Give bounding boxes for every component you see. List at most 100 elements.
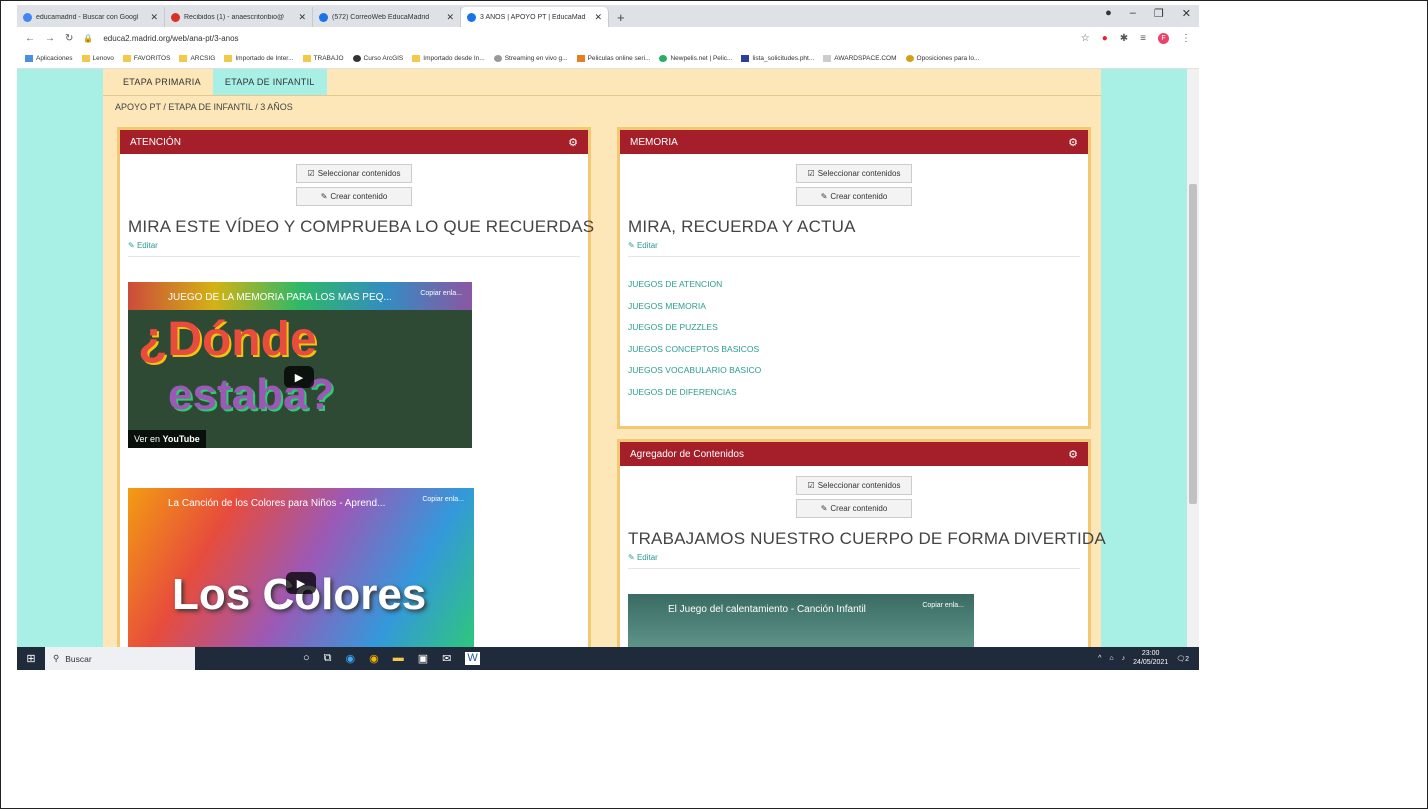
browser-tab[interactable]: educamadrid - Buscar con Googl ✕ bbox=[17, 7, 165, 27]
new-tab-button[interactable]: + bbox=[609, 10, 633, 27]
mail-icon bbox=[319, 12, 328, 22]
page-scrollbar[interactable] bbox=[1187, 69, 1199, 647]
portlet-header: MEMORIA ⚙ bbox=[620, 130, 1088, 154]
gear-icon[interactable]: ⚙ bbox=[1068, 448, 1078, 461]
close-icon[interactable]: ✕ bbox=[150, 12, 158, 23]
cortana-icon[interactable]: ○ bbox=[303, 652, 310, 665]
link-juegos-atencion[interactable]: JUEGOS DE ATENCION bbox=[628, 279, 1080, 301]
article-title: TRABAJAMOS NUESTRO CUERPO DE FORMA DIVER… bbox=[628, 529, 1106, 548]
link-juegos-diferencias[interactable]: JUEGOS DE DIFERENCIAS bbox=[628, 387, 1080, 409]
bookmark-item[interactable]: Importado de Inter... bbox=[224, 54, 294, 62]
opera-icon[interactable]: ● bbox=[1102, 33, 1108, 44]
link-juegos-puzzles[interactable]: JUEGOS DE PUZZLES bbox=[628, 322, 1080, 344]
star-icon[interactable]: ☆ bbox=[1081, 33, 1090, 44]
copy-link-button[interactable]: Copiar enla... bbox=[922, 602, 964, 609]
close-window-icon[interactable]: ✕ bbox=[1182, 7, 1191, 20]
tab-etapa-primaria[interactable]: ETAPA PRIMARIA bbox=[111, 69, 213, 95]
task-view-icon[interactable]: ⧉ bbox=[324, 652, 332, 665]
window-controls: ● – ❐ ✕ bbox=[1105, 7, 1191, 20]
edit-link[interactable]: ✎ Editar bbox=[620, 237, 1088, 250]
url-field[interactable]: educa2.madrid.org/web/ana-pt/3-anos bbox=[103, 34, 238, 43]
link-juegos-conceptos[interactable]: JUEGOS CONCEPTOS BASICOS bbox=[628, 344, 1080, 366]
portlet-actions: ☑ Seleccionar contenidos ✎ Crear contenido bbox=[620, 154, 1088, 206]
bookmark-item[interactable]: lista_solicitudes.pht... bbox=[741, 54, 814, 62]
portlet-memoria: MEMORIA ⚙ ☑ Seleccionar contenidos ✎ Crear … bbox=[617, 127, 1091, 429]
forward-icon[interactable]: → bbox=[45, 33, 55, 44]
chrome-icon[interactable]: ◉ bbox=[369, 652, 379, 665]
gear-icon[interactable]: ⚙ bbox=[568, 136, 578, 149]
create-content-button[interactable]: ✎ Crear contenido bbox=[796, 187, 912, 206]
scrollbar-thumb[interactable] bbox=[1189, 184, 1197, 504]
portlet-actions: ☑ Seleccionar contenidos ✎ Crear contenido bbox=[120, 154, 588, 206]
bookmark-item[interactable]: Importado desde In... bbox=[412, 54, 485, 62]
bookmark-item[interactable]: ARCSIG bbox=[179, 54, 215, 62]
bookmark-item[interactable]: AWARDSPACE.COM bbox=[823, 54, 897, 62]
restore-icon[interactable]: ❐ bbox=[1154, 7, 1164, 20]
reading-list-icon[interactable]: ≡ bbox=[1140, 33, 1146, 44]
checkbox-icon: ☑ bbox=[307, 169, 315, 178]
lock-icon: 🔒 bbox=[83, 33, 94, 43]
bookmark-item[interactable]: Lenovo bbox=[81, 54, 114, 62]
close-icon[interactable]: ✕ bbox=[298, 12, 306, 23]
windows-start-icon[interactable]: ⊞ bbox=[17, 652, 45, 665]
bookmark-item[interactable]: Newpelis.net | Pelic... bbox=[659, 54, 732, 62]
create-content-button[interactable]: ✎ Crear contenido bbox=[296, 187, 412, 206]
avatar[interactable]: F bbox=[1158, 32, 1169, 44]
edit-link[interactable]: ✎ Editar bbox=[120, 237, 588, 250]
network-icon[interactable]: ⌂ bbox=[1109, 655, 1113, 662]
video-embed-3[interactable]: El Juego del calentamiento - Canción Inf… bbox=[628, 594, 974, 647]
edge-icon[interactable]: ◉ bbox=[346, 652, 356, 665]
copy-link-button[interactable]: Copiar enla... bbox=[422, 496, 464, 503]
file-explorer-icon[interactable]: ▬ bbox=[393, 652, 404, 665]
browser-tab[interactable]: Recibidos (1) - anaescritoribio@ ✕ bbox=[165, 7, 313, 27]
play-icon[interactable]: ▶ bbox=[286, 572, 316, 594]
close-icon[interactable]: ✕ bbox=[594, 12, 602, 23]
play-icon[interactable]: ▶ bbox=[284, 366, 314, 388]
clock[interactable]: 23:00 24/05/2021 bbox=[1133, 650, 1168, 667]
browser-tab-active[interactable]: 3 AÑOS | APOYO PT | EducaMad ✕ bbox=[461, 7, 609, 27]
mail-icon[interactable]: ✉ bbox=[442, 652, 451, 665]
video-title: La Canción de los Colores para Niños - A… bbox=[168, 498, 386, 509]
store-icon[interactable]: ▣ bbox=[418, 652, 428, 665]
bookmark-item[interactable]: FAVORITOS bbox=[122, 54, 170, 62]
extensions-icon[interactable]: ✱ bbox=[1120, 33, 1128, 44]
taskbar-search[interactable]: ⚲ Buscar bbox=[45, 647, 195, 670]
select-content-button[interactable]: ☑ Seleccionar contenidos bbox=[796, 164, 912, 183]
notification-icon[interactable]: 🗨2 bbox=[1176, 655, 1189, 663]
bookmark-item[interactable]: Oposiciones para lo... bbox=[905, 54, 979, 62]
menu-icon[interactable]: ⋮ bbox=[1181, 33, 1191, 44]
link-juegos-memoria[interactable]: JUEGOS MEMORIA bbox=[628, 301, 1080, 323]
watch-on-youtube[interactable]: Ver en YouTube bbox=[128, 430, 206, 448]
create-content-button[interactable]: ✎ Crear contenido bbox=[796, 499, 912, 518]
reload-icon[interactable]: ↻ bbox=[65, 33, 73, 44]
bookmark-item[interactable]: Peliculas online seri... bbox=[576, 54, 650, 62]
close-icon[interactable]: ✕ bbox=[446, 12, 454, 23]
browser-window: educamadrid - Buscar con Googl ✕ Recibido… bbox=[17, 5, 1199, 670]
screenshot-frame: educamadrid - Buscar con Googl ✕ Recibido… bbox=[0, 0, 1428, 809]
bookmark-item[interactable]: Streaming en vivo g... bbox=[493, 54, 568, 62]
edit-link[interactable]: ✎ Editar bbox=[620, 549, 1088, 562]
word-icon[interactable]: W bbox=[465, 652, 480, 665]
link-juegos-vocabulario[interactable]: JUEGOS VOCABULARIO BASICO bbox=[628, 365, 1080, 387]
article-title: MIRA ESTE VÍDEO Y COMPRUEBA LO QUE RECUE… bbox=[128, 217, 595, 236]
portlet-actions: ☑ Seleccionar contenidos ✎ Crear contenido bbox=[620, 466, 1088, 518]
video-embed-1[interactable]: JUEGO DE LA MEMORIA PARA LOS MAS PEQ... … bbox=[128, 282, 472, 448]
divider bbox=[628, 568, 1080, 569]
tray-chevron-icon[interactable]: ^ bbox=[1098, 655, 1101, 662]
select-content-button[interactable]: ☑ Seleccionar contenidos bbox=[296, 164, 412, 183]
copy-link-button[interactable]: Copiar enla... bbox=[420, 290, 462, 297]
video-embed-2[interactable]: La Canción de los Colores para Niños - A… bbox=[128, 488, 474, 647]
profile-dot-icon[interactable]: ● bbox=[1105, 7, 1112, 20]
back-icon[interactable]: ← bbox=[25, 33, 35, 44]
browser-tab[interactable]: (572) CorreoWeb EducaMadrid ✕ bbox=[313, 7, 461, 27]
minimize-icon[interactable]: – bbox=[1130, 7, 1136, 20]
select-content-button[interactable]: ☑ Seleccionar contenidos bbox=[796, 476, 912, 495]
bookmark-item[interactable]: Aplicaciones bbox=[25, 54, 73, 62]
tab-etapa-infantil[interactable]: ETAPA DE INFANTIL bbox=[212, 69, 327, 95]
address-bar: ← → ↻ 🔒 educa2.madrid.org/web/ana-pt/3-a… bbox=[17, 27, 1199, 49]
volume-icon[interactable]: ♪ bbox=[1122, 655, 1126, 662]
bookmark-item[interactable]: Curso ArcGIS bbox=[352, 54, 403, 62]
gear-icon[interactable]: ⚙ bbox=[1068, 136, 1078, 149]
pencil-icon: ✎ bbox=[820, 192, 828, 201]
bookmark-item[interactable]: TRABAJO bbox=[302, 54, 344, 62]
